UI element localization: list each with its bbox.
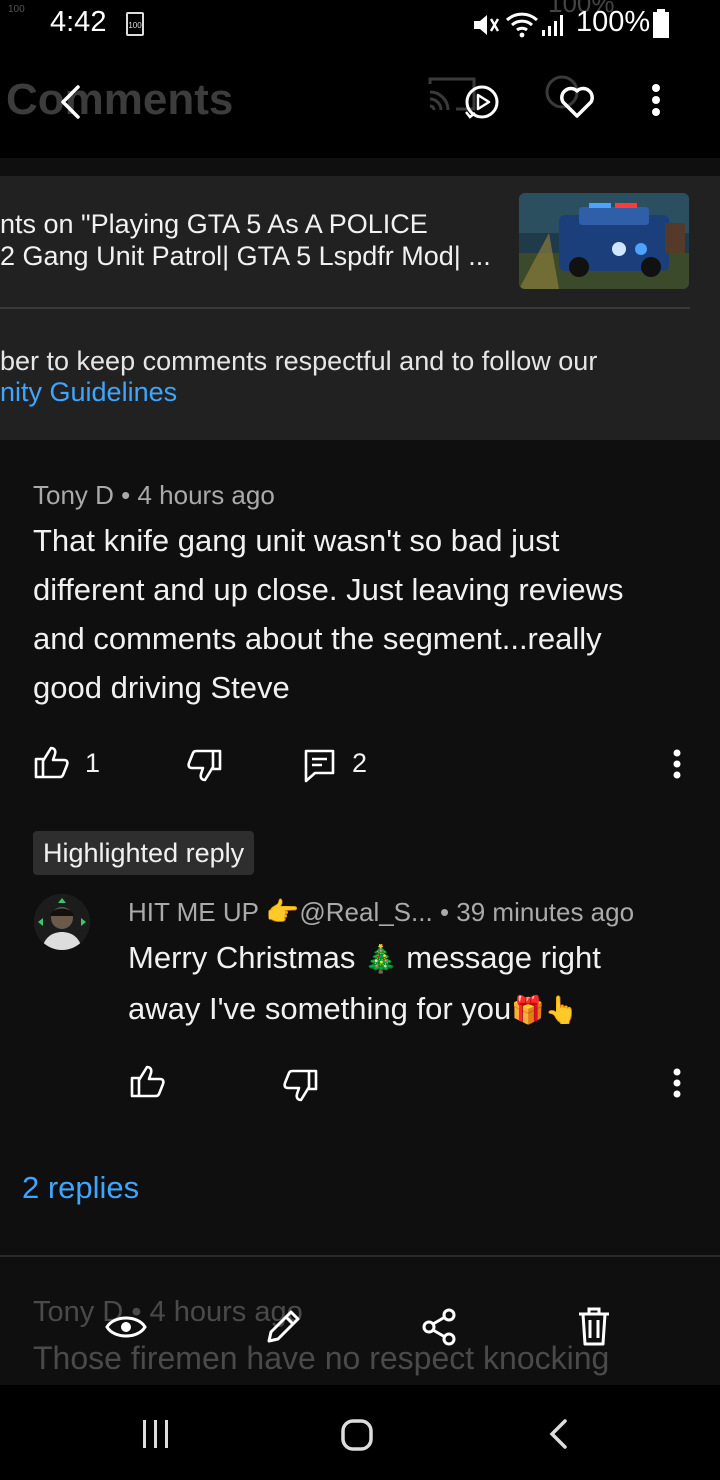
comment-time: 4 hours ago [137, 480, 275, 510]
video-info-panel: nts on "Playing GTA 5 As A POLICE 2 Gang… [0, 176, 720, 440]
reply-avatar[interactable] [34, 894, 90, 950]
back-icon[interactable] [56, 84, 84, 120]
reply-dislike-icon[interactable] [281, 1068, 319, 1104]
next-comment-text: Those firemen have no respect knocking [33, 1340, 610, 1376]
reply-count: 2 [352, 748, 368, 778]
pencil-icon[interactable] [264, 1308, 302, 1346]
tree-emoji: 🎄 [363, 944, 398, 974]
recent-apps-icon[interactable] [140, 1418, 172, 1450]
reply-icon[interactable] [303, 748, 337, 784]
status-bar: 100 4:42 100 100% 100% [0, 0, 720, 48]
highlighted-reply-badge: Highlighted reply [33, 831, 255, 875]
comment-meta: Tony D • 4 hours ago [33, 480, 275, 511]
more-vertical-icon[interactable] [646, 82, 666, 122]
like-count: 1 [85, 748, 101, 778]
comment-text: That knife gang unit wasn't so bad just … [33, 516, 713, 712]
comment-author[interactable]: Tony D [33, 480, 114, 510]
reply-text: Merry Christmas 🎄 message right away I'v… [128, 933, 708, 1035]
reply-text-part: Merry Christmas [128, 940, 364, 975]
community-guidelines-link[interactable]: nity Guidelines [0, 377, 177, 408]
battery-icon [653, 9, 669, 38]
wifi-icon [505, 12, 539, 38]
guidelines-notice: ber to keep comments respectful and to f… [0, 346, 598, 376]
video-thumbnail[interactable] [519, 193, 689, 289]
reply-text-part: message right [397, 940, 601, 975]
video-title-line-2: 2 Gang Unit Patrol| GTA 5 Lspdfr Mod| ..… [0, 241, 491, 271]
small-battery-icon: 100 [126, 12, 144, 36]
status-time: 4:42 [50, 6, 107, 38]
mute-icon [474, 15, 500, 35]
reply-like-icon[interactable] [129, 1063, 167, 1099]
gift-emoji: 🎁 [511, 995, 545, 1025]
reply-time: 39 minutes ago [456, 897, 635, 927]
dislike-icon[interactable] [185, 748, 223, 784]
reply-text-line-1: Merry Christmas 🎄 message right [128, 933, 708, 984]
panel-divider [0, 307, 690, 309]
battery-percent: 100% [576, 6, 651, 38]
reply-text-part: away I've something for you [128, 991, 512, 1026]
next-comment-meta: Tony D • 4 hours ago [33, 1296, 303, 1329]
reply-more-icon[interactable] [668, 1067, 686, 1101]
comment-text-line: and comments about the segment...really [33, 621, 602, 656]
avatar-image [34, 894, 90, 950]
system-nav-bar [0, 1385, 720, 1480]
reply-meta: HIT ME UP 👉@Real_S... • 39 minutes ago [128, 896, 634, 928]
home-icon[interactable] [340, 1418, 374, 1452]
comment-text-line: good driving Steve [33, 670, 290, 705]
comment-more-icon[interactable] [668, 748, 686, 782]
comment-separator [0, 1255, 720, 1257]
like-icon[interactable] [33, 744, 71, 780]
comment-text-line: That knife gang unit wasn't so bad just [33, 523, 560, 558]
share-icon[interactable] [420, 1307, 458, 1347]
autoplay-icon[interactable] [462, 82, 502, 122]
pointing-down-emoji: 👆 [544, 995, 579, 1025]
eye-icon[interactable] [104, 1310, 148, 1344]
meta-separator: • [439, 897, 457, 927]
meta-separator: • [121, 480, 138, 510]
reply-author-handle[interactable]: @Real_S... [299, 897, 432, 927]
status-ghost-badge: 100 [8, 4, 25, 15]
ghost-page-title: Comments [6, 75, 234, 124]
thumbnail-image [519, 193, 689, 289]
signal-icon [542, 15, 563, 36]
video-title[interactable]: nts on "Playing GTA 5 As A POLICE 2 Gang… [0, 208, 505, 272]
trash-icon[interactable] [576, 1306, 612, 1348]
reply-author-prefix[interactable]: HIT ME UP [128, 897, 266, 927]
back-nav-icon[interactable] [546, 1418, 572, 1450]
heart-icon[interactable] [544, 74, 604, 122]
app-header: Comments [0, 48, 720, 158]
reply-text-line-2: away I've something for you🎁👆 [128, 984, 708, 1035]
video-title-line-1: nts on "Playing GTA 5 As A POLICE [0, 209, 428, 239]
view-replies-link[interactable]: 2 replies [22, 1170, 139, 1206]
pointing-emoji: 👉 [265, 897, 300, 927]
comment-text-line: different and up close. Just leaving rev… [33, 572, 624, 607]
